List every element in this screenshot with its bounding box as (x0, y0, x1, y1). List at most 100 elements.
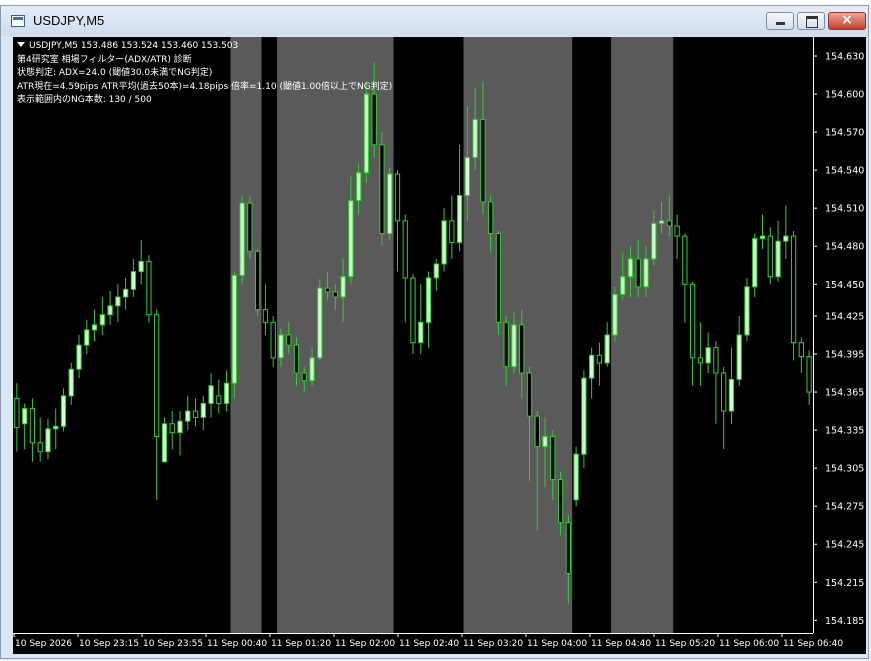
bear-candle (169, 423, 175, 434)
bear-candle (379, 144, 385, 235)
bear-candle (29, 408, 36, 444)
bear-candle (767, 235, 773, 278)
bull-candle (208, 385, 214, 404)
bear-candle (247, 202, 253, 252)
time-tick-label: 10 Sep 2026 (15, 639, 72, 649)
price-tick-label: 154.480 (825, 242, 864, 253)
bear-candle (503, 321, 509, 368)
ng-zone (463, 37, 573, 633)
maximize-button[interactable] (797, 12, 825, 30)
time-tick-label: 11 Sep 04:00 (527, 639, 587, 649)
bear-candle (674, 225, 680, 237)
price-tick-label: 154.540 (825, 166, 864, 177)
bull-candle (130, 271, 137, 290)
price-tick-label: 154.450 (825, 280, 864, 291)
bear-candle (154, 314, 160, 437)
title-bar[interactable]: USDJPY,M5 × (1, 6, 868, 36)
bull-candle (138, 260, 144, 273)
bear-candle (332, 291, 338, 298)
bear-candle (449, 220, 455, 243)
window-title: USDJPY,M5 (33, 13, 105, 28)
bear-candle (534, 415, 540, 448)
price-tick-label: 154.600 (825, 90, 864, 101)
time-tick-label: 11 Sep 06:40 (783, 639, 843, 649)
indicator-info-panel: USDJPY,M5 153.486 153.524 153.460 153.50… (17, 40, 392, 108)
bear-candle (526, 372, 533, 417)
ng-count: 表示範囲内のNG本数: 130 / 500 (17, 95, 152, 105)
time-tick-label: 11 Sep 06:00 (719, 639, 779, 649)
time-tick-label: 11 Sep 03:20 (463, 639, 523, 649)
bull-candle (91, 324, 98, 331)
bull-candle (651, 222, 657, 260)
price-tick-label: 154.275 (825, 502, 864, 513)
bull-candle (425, 277, 432, 323)
bull-candle (705, 347, 711, 364)
symbol-quote-line: USDJPY,M5 153.486 153.524 153.460 153.50… (17, 40, 392, 54)
bull-candle (728, 378, 735, 412)
bear-candle (192, 410, 199, 418)
bear-candle (495, 233, 502, 323)
price-tick-label: 154.365 (825, 388, 864, 399)
price-tick-label: 154.305 (825, 464, 864, 475)
bull-candle (60, 395, 67, 427)
bull-candle (309, 357, 315, 382)
close-icon: × (841, 12, 853, 28)
chart-area[interactable]: 154.630 154.600 154.570 154.540 154.510 154.4… (13, 37, 866, 654)
bull-candle (589, 354, 595, 379)
chart-window-icon (11, 15, 25, 27)
bull-candle (643, 258, 649, 288)
bull-candle (278, 334, 284, 359)
time-tick-label: 11 Sep 04:40 (591, 639, 651, 649)
dropdown-triangle-icon[interactable] (17, 42, 25, 47)
bull-candle (99, 314, 105, 326)
bull-candle (317, 287, 323, 359)
bull-candle (604, 334, 610, 364)
bull-candle (45, 428, 51, 453)
time-tick-label: 10 Sep 23:55 (143, 639, 203, 649)
ng-zone (611, 37, 674, 633)
time-tick-label: 11 Sep 05:20 (655, 639, 715, 649)
price-tick-label: 154.185 (825, 616, 864, 627)
bear-candle (565, 522, 571, 574)
bull-candle (783, 235, 789, 242)
bear-candle (293, 344, 300, 374)
bull-candle (542, 435, 548, 448)
atr-status: ATR現在=4.59pips ATR平均(過去50本)=4.18pips 倍率=… (17, 81, 393, 92)
adx-status: 状態判定: ADX=24.0 (閾値30.0未満でNG判定) (17, 68, 213, 78)
bull-candle (387, 173, 393, 235)
bear-candle (394, 173, 401, 222)
price-tick-label: 154.425 (825, 311, 864, 322)
bull-candle (161, 423, 168, 463)
bear-candle (798, 342, 804, 358)
bear-candle (301, 372, 307, 382)
bull-candle (185, 410, 191, 422)
minimize-button[interactable] (766, 12, 794, 30)
bull-candle (573, 453, 579, 501)
price-tick-label: 154.630 (825, 52, 864, 63)
bull-candle (223, 382, 230, 404)
bear-candle (410, 277, 416, 344)
bear-candle (262, 309, 269, 323)
candlestick-chart[interactable]: 154.630 154.600 154.570 154.540 154.510 154.4… (13, 37, 866, 654)
bull-candle (581, 377, 587, 455)
bull-candle (53, 425, 59, 430)
price-tick-label: 154.510 (825, 204, 864, 215)
bull-candle (231, 274, 237, 384)
bull-candle (627, 258, 634, 278)
close-button[interactable]: × (828, 12, 866, 30)
bear-candle (488, 201, 494, 235)
time-tick-label: 10 Sep 23:15 (79, 639, 139, 649)
bear-candle (596, 354, 603, 364)
bull-candle (433, 263, 439, 279)
bear-candle (806, 356, 812, 393)
bull-candle (84, 329, 90, 346)
symbol-quote: USDJPY,M5 153.486 153.524 153.460 153.50… (29, 41, 239, 51)
bull-candle (107, 305, 113, 316)
bull-candle (511, 324, 517, 368)
bull-candle (744, 286, 750, 336)
bear-candle (270, 321, 276, 359)
bull-candle (759, 235, 766, 240)
bear-candle (324, 287, 331, 293)
bull-candle (620, 276, 626, 295)
bull-candle (115, 296, 121, 307)
